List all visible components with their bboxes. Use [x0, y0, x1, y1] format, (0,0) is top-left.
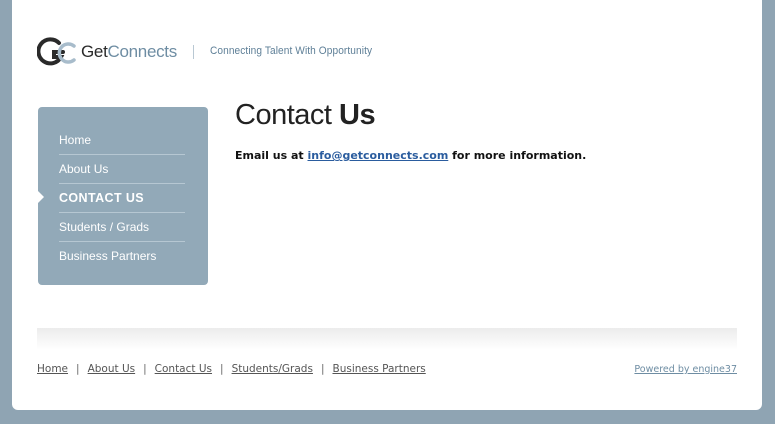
footer-separator: | [220, 363, 224, 375]
sidebar-item-students-grads[interactable]: Students / Grads [59, 213, 185, 242]
footer-separator: | [143, 363, 147, 375]
sidebar-item-home[interactable]: Home [59, 126, 185, 155]
footer-link-contact-us[interactable]: Contact Us [155, 363, 212, 375]
getconnects-logo[interactable]: GetConnects [37, 37, 177, 67]
sidebar-item-about-us[interactable]: About Us [59, 155, 185, 184]
sidebar-nav-list: Home About Us CONTACT US Students / Grad… [59, 126, 185, 270]
logo-get: Get [81, 42, 108, 61]
contact-text: Email us at info@getconnects.com for mor… [235, 149, 586, 162]
tagline: Connecting Talent With Opportunity [210, 45, 373, 57]
tagline-divider [193, 45, 194, 59]
logo-connects: Connects [107, 42, 178, 61]
footer-link-business-partners[interactable]: Business Partners [332, 363, 425, 375]
page-title: Contact Us [235, 99, 376, 132]
footer-separator: | [76, 363, 80, 375]
footer-link-home[interactable]: Home [37, 363, 68, 375]
footer-divider-band [37, 328, 737, 350]
sidebar-item-contact-us[interactable]: CONTACT US [59, 184, 185, 213]
active-indicator-arrow-icon [38, 191, 44, 203]
logo-wordmark: GetConnects [81, 37, 177, 67]
contact-text-after: for more information. [448, 149, 587, 162]
footer-link-about-us[interactable]: About Us [88, 363, 136, 375]
sidebar-nav: Home About Us CONTACT US Students / Grad… [38, 107, 208, 285]
page-container: GetConnects Connecting Talent With Oppor… [12, 0, 762, 410]
email-link[interactable]: info@getconnects.com [308, 149, 449, 162]
getconnects-logo-icon [37, 37, 76, 66]
footer-link-students-grads[interactable]: Students/Grads [232, 363, 313, 375]
page-title-bold: Us [339, 99, 376, 131]
contact-text-before: Email us at [235, 149, 308, 162]
sidebar-item-business-partners[interactable]: Business Partners [59, 242, 185, 270]
footer-separator: | [320, 363, 325, 375]
footer-nav: Home | About Us | Contact Us | Students/… [37, 363, 426, 375]
page-title-regular: Contact [235, 99, 339, 131]
powered-by-link[interactable]: Powered by engine37 [634, 364, 737, 375]
